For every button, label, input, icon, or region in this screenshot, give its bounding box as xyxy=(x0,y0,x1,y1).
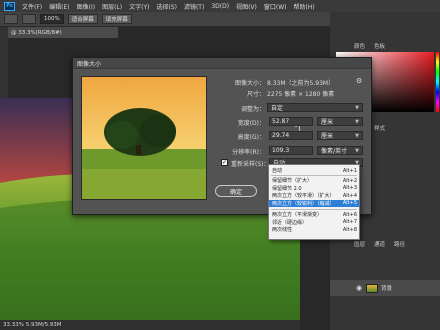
image-preview[interactable] xyxy=(81,76,207,200)
menu-option-preserve-details[interactable]: 保留细节（扩大） Alt+2 xyxy=(269,177,359,185)
menu-bar: Ps 文件(F) 编辑(E) 图像(I) 图层(L) 文字(Y) 选择(S) 滤… xyxy=(0,0,440,12)
menu-option-preserve-details-2[interactable]: 保留细节 2.0 Alt+3 xyxy=(269,185,359,193)
tab-channels[interactable]: 通道 xyxy=(374,240,385,248)
gear-icon[interactable]: ⚙ xyxy=(356,77,362,85)
resample-checkbox[interactable]: ✓ xyxy=(221,159,228,166)
chevron-down-icon: ▼ xyxy=(355,118,359,125)
menu-option-bicubic-sharper[interactable]: 两次立方（较锐利）（缩减） Alt+5 xyxy=(269,199,359,207)
zoom-field[interactable]: 100% xyxy=(40,14,64,24)
image-size-label: 图像大小： xyxy=(234,80,265,87)
tab-styles[interactable]: 样式 xyxy=(374,124,385,132)
preview-image xyxy=(82,77,206,199)
resolution-input[interactable]: 109.3 xyxy=(269,146,313,155)
menu-option-nearest-neighbor[interactable]: 邻近（硬边缘） Alt+7 xyxy=(269,219,359,227)
tab-swatches[interactable]: 色板 xyxy=(374,42,385,50)
width-label: 宽度(D)： xyxy=(237,120,265,127)
height-unit-select[interactable]: 厘米 ▼ xyxy=(317,131,363,140)
document-tab[interactable]: @ 33.3%(RGB/8#) xyxy=(8,27,118,38)
menu-layer[interactable]: 图层(L) xyxy=(102,2,122,11)
dimensions-label: 尺寸： xyxy=(246,91,265,98)
tab-layers[interactable]: 图层 xyxy=(354,240,365,248)
resample-label: 重新采样(S)： xyxy=(231,161,270,168)
menu-help[interactable]: 帮助(H) xyxy=(294,2,315,11)
menu-filter[interactable]: 滤镜(T) xyxy=(184,2,204,11)
menu-option-bicubic-smooth-gradients[interactable]: 两次立方（平滑渐变） Alt+6 xyxy=(269,211,359,219)
eye-icon[interactable]: ◉ xyxy=(356,284,362,292)
chevron-down-icon: ▼ xyxy=(355,104,359,111)
zoom-tool-icon[interactable] xyxy=(4,14,18,24)
menu-3d[interactable]: 3D(D) xyxy=(211,3,229,10)
status-bar: 33.33% 5.93M/5.93M xyxy=(0,320,300,330)
fit-to-select[interactable]: 自定 ▼ xyxy=(267,103,363,112)
width-unit-select[interactable]: 厘米 ▼ xyxy=(317,117,363,126)
hue-slider[interactable] xyxy=(436,52,439,112)
chevron-down-icon: ▼ xyxy=(355,147,359,154)
fit-to-label: 调整为： xyxy=(240,106,265,113)
menu-view[interactable]: 视图(V) xyxy=(236,2,257,11)
fill-screen-button[interactable]: 填充屏幕 xyxy=(101,14,132,24)
fit-screen-button[interactable]: 适合屏幕 xyxy=(67,14,98,24)
ok-button[interactable]: 确定 xyxy=(215,185,257,197)
layer-name: 背景 xyxy=(381,286,393,292)
width-input[interactable]: 52.87 xyxy=(269,117,313,126)
menu-file[interactable]: 文件(F) xyxy=(22,2,42,11)
menu-select[interactable]: 选择(S) xyxy=(156,2,177,11)
height-input[interactable]: 29.74 xyxy=(269,131,313,140)
menu-type[interactable]: 文字(Y) xyxy=(129,2,149,11)
image-size-value: 8.33M（之前为5.93M） xyxy=(267,80,335,87)
layer-thumbnail xyxy=(366,283,378,293)
resolution-unit-select[interactable]: 像素/英寸 ▼ xyxy=(317,146,363,155)
tab-paths[interactable]: 路径 xyxy=(394,240,405,248)
dialog-title: 图像大小 xyxy=(73,58,371,69)
resample-dropdown-menu: 自动 Alt+1 保留细节（扩大） Alt+2 保留细节 2.0 Alt+3 两次立方… xyxy=(268,164,360,240)
menu-option-bilinear[interactable]: 两次线性 Alt+8 xyxy=(269,226,359,234)
menu-image[interactable]: 图像(I) xyxy=(77,2,95,11)
photoshop-logo: Ps xyxy=(4,1,15,11)
resolution-label: 分辨率(R)： xyxy=(232,149,265,156)
menu-option-auto[interactable]: 自动 Alt+1 xyxy=(269,167,359,175)
layer-row-background[interactable]: ◉ 背景 xyxy=(330,280,440,296)
zoom-in-icon[interactable] xyxy=(22,14,36,24)
menu-edit[interactable]: 编辑(E) xyxy=(49,2,69,11)
menu-option-bicubic-smoother[interactable]: 两次立方（较平滑）（扩大） Alt+4 xyxy=(269,192,359,200)
menu-window[interactable]: 窗口(W) xyxy=(264,2,287,11)
height-label: 高度(G)： xyxy=(237,134,265,141)
chevron-down-icon: ▼ xyxy=(355,132,359,139)
tab-color[interactable]: 颜色 xyxy=(354,42,365,50)
dimensions-value: 2275 像素 × 1280 像素 xyxy=(267,91,335,98)
